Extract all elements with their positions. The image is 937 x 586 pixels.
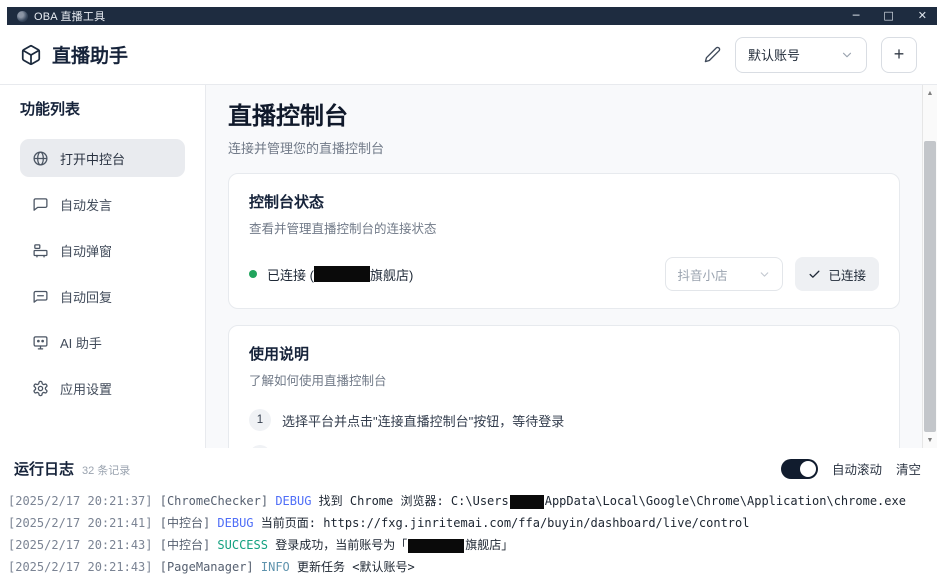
log-line: [2025/2/17 20:21:41] [中控台] DEBUG 当前页面: h… [8,512,923,534]
check-icon [808,268,821,281]
sidebar-item-label: 自动回复 [60,287,112,306]
guide-card-title: 使用说明 [249,343,879,364]
globe-icon [32,150,49,167]
window-title: OBA 直播工具 [34,8,105,24]
sidebar-item-label: 打开中控台 [60,149,125,168]
step-number: 1 [249,409,271,431]
run-log-panel: 运行日志 32 条记录 自动滚动 清空 [2025/2/17 20:21:37]… [0,448,937,586]
sidebar-items: 打开中控台自动发言自动弹窗自动回复 AI 助手应用设置 [20,139,185,407]
log-header: 运行日志 32 条记录 自动滚动 清空 [0,448,937,483]
popup-windows-icon [32,242,49,259]
chevron-down-icon [758,268,771,281]
log-message: AppData\Local\Google\Chrome\Application\… [545,494,906,508]
main-content: 直播控制台 连接并管理您的直播控制台 控制台状态 查看并管理直播控制台的连接状态… [206,85,937,448]
sidebar-item-app-settings[interactable]: 应用设置 [20,369,185,407]
sidebar: 功能列表 打开中控台自动发言自动弹窗自动回复 AI 助手应用设置 [0,85,206,448]
scroll-up-icon[interactable]: ▲ [923,87,937,101]
log-message: 更新任务 <默认账号> [297,560,415,574]
sidebar-item-label: 自动弹窗 [60,241,112,260]
app-title: 直播助手 [52,41,128,68]
guide-card-subtitle: 了解如何使用直播控制台 [249,370,879,389]
redacted-text [408,539,464,553]
log-message: 旗舰店」 [465,538,513,552]
pencil-icon [704,46,721,63]
account-select-value: 默认账号 [748,45,800,64]
console-status-card: 控制台状态 查看并管理直播控制台的连接状态 已连接 ( 旗舰店) 抖音小店 [228,173,900,309]
scrollbar-thumb[interactable] [924,141,936,432]
status-card-title: 控制台状态 [249,191,879,212]
redacted-shop-name [314,266,370,282]
connected-button-label: 已连接 [828,265,866,284]
connection-status-text: 已连接 ( 旗舰店) [267,265,413,284]
sidebar-item-label: AI 助手 [60,333,102,352]
status-suffix: 旗舰店) [370,265,413,284]
status-card-subtitle: 查看并管理直播控制台的连接状态 [249,218,879,237]
redacted-text [510,495,544,509]
log-message: 当前页面: https://fxg.jinritemai.com/ffa/buy… [261,516,750,530]
header-actions: 默认账号 + [704,37,917,73]
window-controls: ─ □ ✕ [853,7,927,25]
sidebar-item-label: 应用设置 [60,379,112,398]
platform-select[interactable]: 抖音小店 [665,257,783,291]
package-icon [20,44,42,66]
connection-status-row: 已连接 ( 旗舰店) 抖音小店 已连接 [249,257,879,291]
sidebar-heading: 功能列表 [20,98,185,119]
status-prefix: 已连接 ( [267,265,314,284]
log-line: [2025/2/17 20:21:37] [ChromeChecker] DEB… [8,490,923,512]
chevron-down-icon [840,48,854,62]
log-title: 运行日志 [14,458,74,479]
page-title: 直播控制台 [228,96,900,131]
sidebar-item-open-console[interactable]: 打开中控台 [20,139,185,177]
app-icon [17,11,28,22]
status-controls: 抖音小店 已连接 [665,257,879,291]
connected-button[interactable]: 已连接 [795,257,879,291]
sidebar-item-ai-assistant[interactable]: AI 助手 [20,323,185,361]
log-line: [2025/2/17 20:21:43] [PageManager] INFO … [8,556,923,578]
vertical-scrollbar[interactable]: ▲ ▼ [922,85,937,448]
clear-log-button[interactable]: 清空 [896,459,921,478]
add-account-button[interactable]: + [881,37,917,73]
account-select[interactable]: 默认账号 [735,37,867,73]
connected-dot [249,270,257,278]
edit-account-button[interactable] [704,46,721,63]
message-reply-icon [32,288,49,305]
log-count: 32 条记录 [82,462,130,478]
chat-bubble-icon [32,196,49,213]
log-message: 登录成功，当前账号为「 [275,538,407,552]
app-brand: 直播助手 [20,41,128,68]
page-subtitle: 连接并管理您的直播控制台 [228,138,900,157]
app-header: 直播助手 默认账号 + [0,25,937,85]
autoscroll-label: 自动滚动 [832,459,882,478]
sidebar-item-auto-speak[interactable]: 自动发言 [20,185,185,223]
app-window: OBA 直播工具 ─ □ ✕ 直播助手 默认账号 + [0,0,937,586]
os-titlebar: OBA 直播工具 ─ □ ✕ [7,7,937,25]
step-text: 选择平台并点击"连接直播控制台"按钮，等待登录 [282,411,564,430]
robot-icon [32,334,49,351]
log-line: [2025/2/17 20:21:43] [中控台] SUCCESS 登录成功，… [8,534,923,556]
platform-select-value: 抖音小店 [677,265,727,284]
close-button[interactable]: ✕ [918,7,927,25]
toggle-knob [800,461,816,477]
log-lines: [2025/2/17 20:21:37] [ChromeChecker] DEB… [0,483,937,578]
maximize-button[interactable]: □ [883,7,893,25]
scroll-down-icon[interactable]: ▼ [923,434,937,448]
body-row: 功能列表 打开中控台自动发言自动弹窗自动回复 AI 助手应用设置 直播控制台 连接… [0,85,937,448]
sidebar-item-label: 自动发言 [60,195,112,214]
guide-step: 1 选择平台并点击"连接直播控制台"按钮，等待登录 [249,409,879,431]
gear-icon [32,380,49,397]
log-controls: 自动滚动 清空 [781,459,921,479]
sidebar-item-auto-popup[interactable]: 自动弹窗 [20,231,185,269]
sidebar-item-auto-reply[interactable]: 自动回复 [20,277,185,315]
autoscroll-toggle[interactable] [781,459,818,479]
log-message: 找到 Chrome 浏览器: C:\Users [319,494,509,508]
minimize-button[interactable]: ─ [853,7,860,25]
